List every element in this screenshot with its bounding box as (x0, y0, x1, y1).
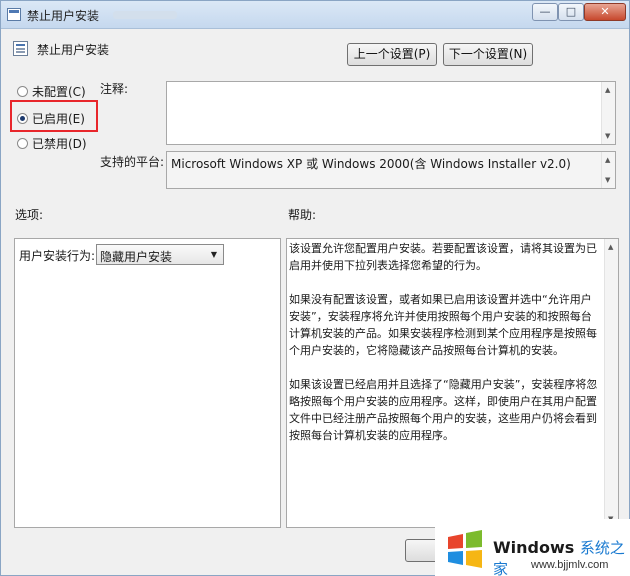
platform-value: Microsoft Windows XP 或 Windows 2000(含 Wi… (171, 157, 571, 171)
install-behavior-label: 用户安装行为: (19, 249, 96, 263)
maximize-button[interactable]: □ (558, 3, 584, 21)
previous-setting-button[interactable]: 上一个设置(P) (347, 43, 437, 66)
options-label: 选项: (15, 208, 44, 222)
platform-scrollbar[interactable]: ▲ ▼ (601, 152, 615, 188)
help-text: 该设置允许您配置用户安装。若要配置该设置，请将其设置为已启用并使用下拉列表选择您… (289, 240, 599, 461)
policy-dialog-window: 禁止用户安装 — □ ✕ 禁止用户安装 上一个设置(P) 下一个设置(N) 未配… (0, 0, 630, 576)
radio-label: 未配置(C) (32, 84, 86, 99)
help-paragraph: 该设置允许您配置用户安装。若要配置该设置，请将其设置为已启用并使用下拉列表选择您… (289, 242, 597, 272)
scroll-up-icon[interactable]: ▲ (605, 86, 610, 94)
blurred-title-extra (113, 11, 177, 19)
comment-scrollbar[interactable]: ▲ ▼ (601, 82, 615, 144)
install-behavior-selected: 隐藏用户安装 (100, 250, 173, 264)
watermark-url: www.bjjmlv.com (531, 559, 609, 571)
help-label: 帮助: (288, 208, 317, 222)
policy-document-icon (13, 41, 28, 56)
help-scrollbar[interactable]: ▲ ▼ (604, 239, 618, 527)
platform-label: 支持的平台: (100, 155, 165, 169)
radio-label: 已禁用(D) (32, 136, 87, 151)
policy-setting-icon (7, 8, 21, 21)
scroll-down-icon[interactable]: ▼ (605, 132, 610, 140)
help-paragraph: 如果该设置已经启用并且选择了“隐藏用户安装”，安装程序将忽略按照每个用户安装的应… (289, 378, 598, 442)
setting-title: 禁止用户安装 (37, 43, 110, 57)
watermark: Windows 系统之家 www.bjjmlv.com (435, 519, 630, 576)
help-paragraph: 如果没有配置该设置，或者如果已启用该设置并选中“允许用户安装”，安装程序将允许并… (289, 293, 597, 357)
comment-label: 注释: (100, 82, 129, 96)
red-highlight-box (10, 100, 98, 132)
help-panel: 该设置允许您配置用户安装。若要配置该设置，请将其设置为已启用并使用下拉列表选择您… (286, 238, 619, 528)
platform-field: Microsoft Windows XP 或 Windows 2000(含 Wi… (166, 151, 616, 189)
radio-circle-icon[interactable] (17, 137, 28, 149)
install-behavior-select[interactable]: 隐藏用户安装 ▼ (96, 244, 224, 265)
windows-logo-icon (448, 530, 482, 568)
scroll-up-icon[interactable]: ▲ (605, 156, 610, 164)
radio-not-configured[interactable]: 未配置(C) (17, 82, 86, 100)
window-title: 禁止用户安装 (27, 9, 100, 23)
title-bar[interactable]: 禁止用户安装 — □ ✕ (1, 1, 629, 29)
radio-circle-icon[interactable] (17, 85, 28, 97)
close-button[interactable]: ✕ (584, 3, 626, 21)
comment-textarea[interactable]: ▲ ▼ (166, 81, 616, 145)
options-panel: 用户安装行为: 隐藏用户安装 ▼ (14, 238, 281, 528)
chevron-down-icon[interactable]: ▼ (211, 250, 217, 259)
minimize-button[interactable]: — (532, 3, 558, 21)
next-setting-button[interactable]: 下一个设置(N) (443, 43, 533, 66)
scroll-down-icon[interactable]: ▼ (605, 176, 610, 184)
radio-disabled[interactable]: 已禁用(D) (17, 134, 87, 152)
scroll-up-icon[interactable]: ▲ (608, 243, 613, 251)
watermark-brand-en: Windows (493, 538, 575, 557)
